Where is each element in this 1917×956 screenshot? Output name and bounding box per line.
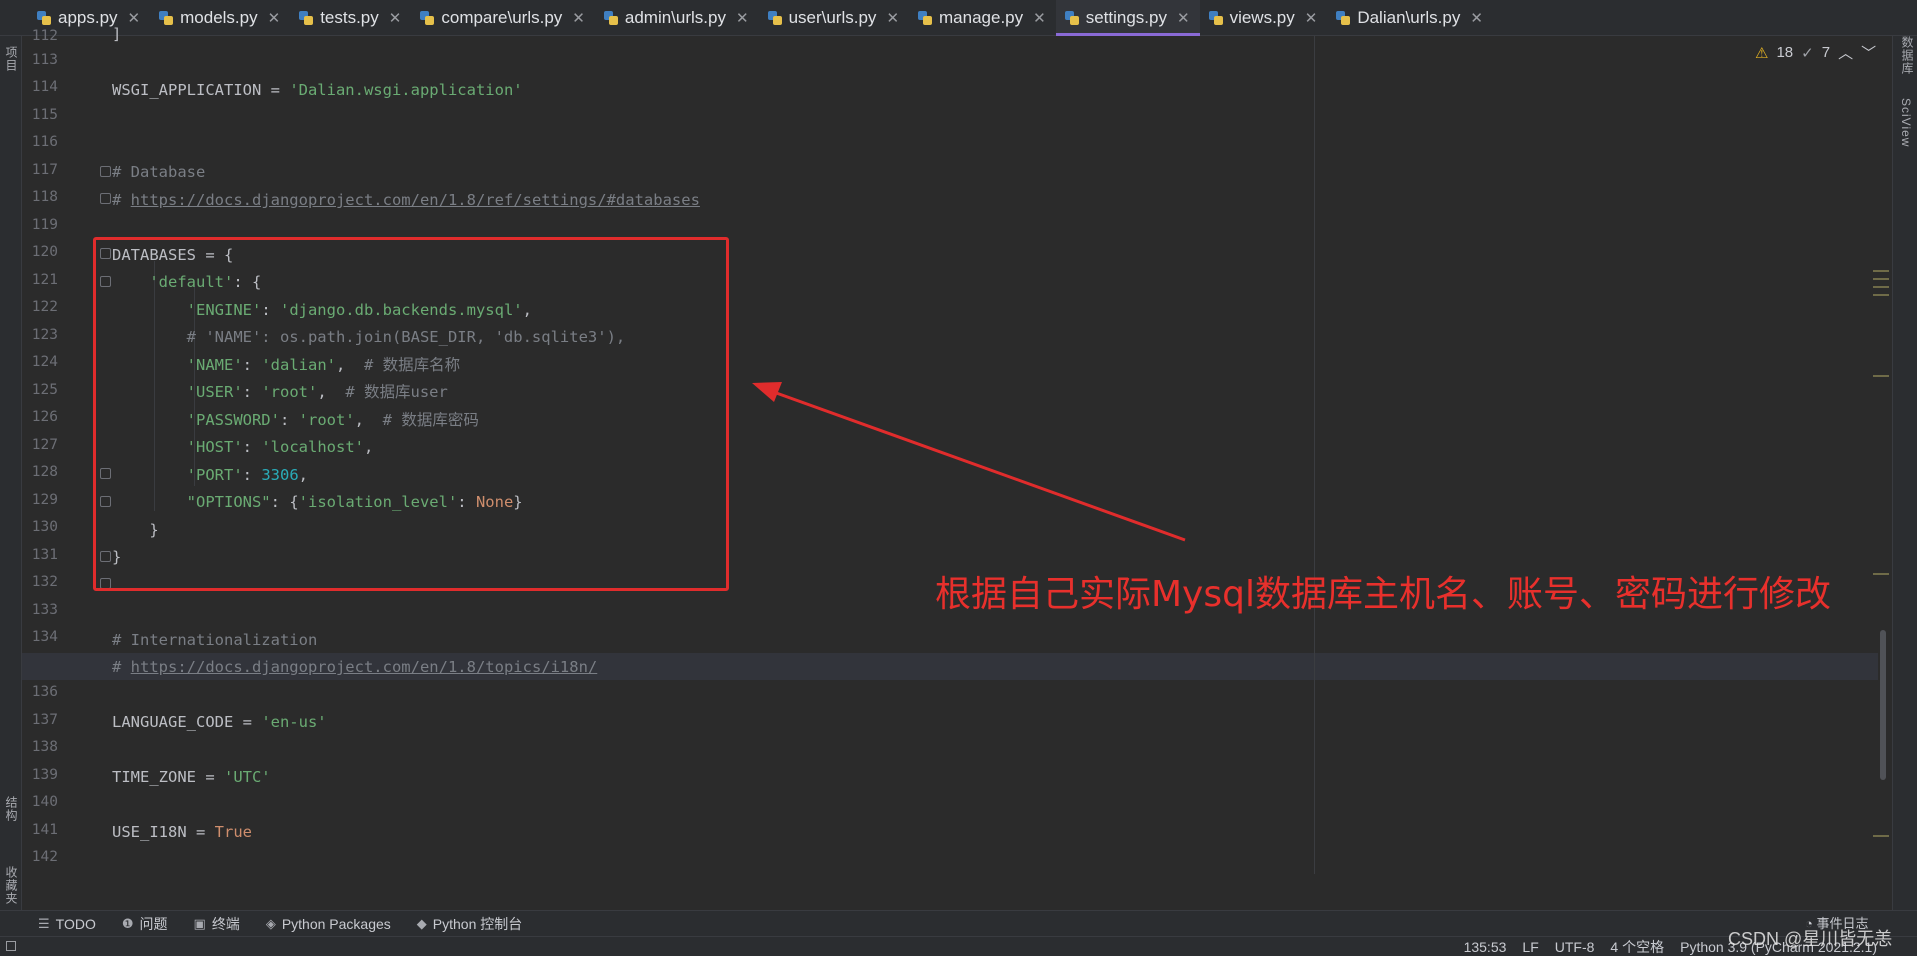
list-icon: ☰ <box>38 915 50 931</box>
layers-icon: ◈ <box>265 915 276 931</box>
python-console-tool-button[interactable]: ◆ Python 控制台 <box>417 914 522 934</box>
file-encoding[interactable]: UTF-8 <box>1555 939 1595 955</box>
ide-window: apps.py ✕ models.py ✕ tests.py ✕ compare\ur… <box>0 0 1917 956</box>
annotation-text: 根据自己实际Mysql数据库主机名、账号、密码进行修改 <box>935 574 1831 615</box>
python-console-icon: ◆ <box>416 915 427 931</box>
terminal-icon: ▣ <box>193 915 206 931</box>
problems-tool-button[interactable]: ❶ 问题 <box>122 914 168 934</box>
annotation-arrow <box>752 382 1186 542</box>
line-separator[interactable]: LF <box>1522 939 1538 955</box>
toggle-tool-windows-icon[interactable] <box>6 941 16 951</box>
indent-setting[interactable]: 4 个空格 <box>1610 937 1664 956</box>
python-packages-tool-button[interactable]: ◈ Python Packages <box>266 916 391 932</box>
caret-position[interactable]: 135:53 <box>1464 939 1507 955</box>
info-icon: ❶ <box>121 915 134 931</box>
status-bar: 135:53 LF UTF-8 4 个空格 Python 3.9 (PyChar… <box>0 936 1917 956</box>
terminal-tool-button[interactable]: ▣ 终端 <box>194 914 240 934</box>
todo-tool-button[interactable]: ☰ TODO <box>38 916 96 932</box>
watermark: CSDN @星川皆无恙 <box>1728 929 1893 949</box>
tool-window-bar: ☰ TODO ❶ 问题 ▣ 终端 ◈ Python Packages ◆ Python 控… <box>0 910 1917 936</box>
